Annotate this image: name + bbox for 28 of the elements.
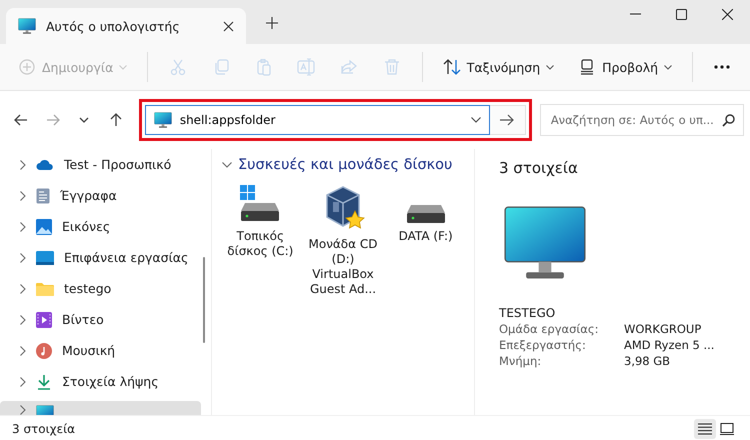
property-label: Ομάδα εργασίας: xyxy=(499,322,600,336)
sidebar-item[interactable]: Μουσική xyxy=(0,335,201,366)
sidebar-item[interactable]: Test - Προσωπικό xyxy=(0,149,201,180)
property-label: Μνήμη: xyxy=(499,354,542,368)
property-label: Επεξεργαστής: xyxy=(499,338,587,352)
search-field[interactable]: Αναζήτηση σε: Αυτός ο υπ... xyxy=(548,112,718,128)
sidebar-item[interactable]: Επιφάνεια εργασίας xyxy=(0,242,201,273)
drive-item[interactable]: DATA (F:) xyxy=(387,183,464,297)
property-value: WORKGROUP xyxy=(624,322,702,336)
status-text: 3 στοιχεία xyxy=(12,422,76,436)
sidebar-item[interactable]: Εικόνες xyxy=(0,211,201,242)
sidebar-item[interactable]: Στοιχεία λήψης xyxy=(0,366,201,397)
sidebar-item[interactable]: Έγγραφα xyxy=(0,180,201,211)
group-header[interactable]: Συσκευές και μονάδες δίσκου xyxy=(222,157,452,173)
computer-name: TESTEGO xyxy=(499,306,556,320)
address-field[interactable]: shell:appsfolder xyxy=(180,113,463,127)
sort-button[interactable]: Ταξινόμηση xyxy=(432,51,564,83)
search-bar[interactable]: Αναζήτηση σε: Αυτός ο υπ... xyxy=(540,104,744,136)
drive-item[interactable]: Τοπικός δίσκος (C:) xyxy=(222,183,299,297)
sidebar-item[interactable]: testego xyxy=(0,273,201,304)
sidebar-item[interactable]: Βίντεο xyxy=(0,304,201,335)
view-button[interactable]: Προβολή xyxy=(568,51,682,83)
window-tab[interactable]: Αυτός ο υπολογιστής xyxy=(6,8,246,44)
drive-item[interactable]: Μονάδα CD (D:) VirtualBox Guest Ad... xyxy=(304,183,382,297)
details-title: 3 στοιχεία xyxy=(499,159,579,177)
property-value: AMD Ryzen 5 ... xyxy=(624,338,716,352)
property-value: 3,98 GB xyxy=(624,354,672,368)
address-bar[interactable]: shell:appsfolder xyxy=(144,105,490,135)
